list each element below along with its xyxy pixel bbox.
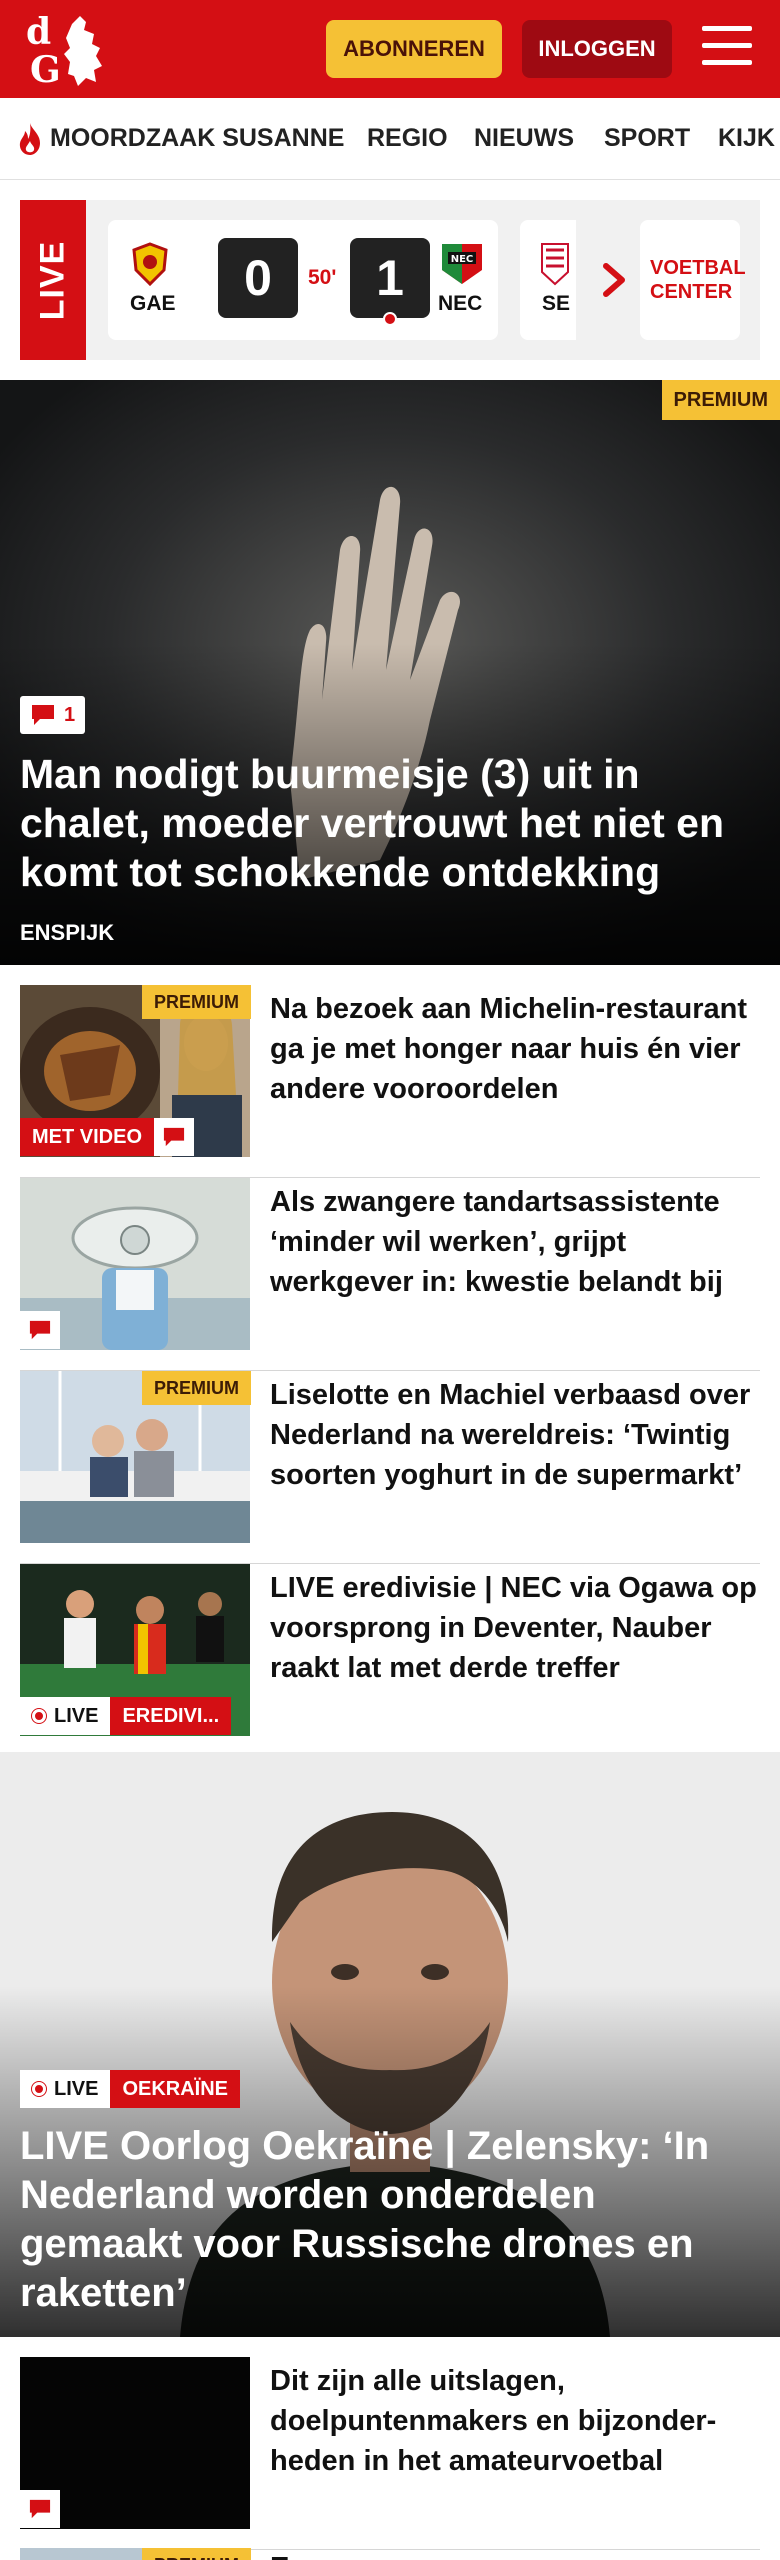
video-tag: MET VIDEO [20,1118,155,1156]
live-match-card[interactable]: GAE 0 50' 1 NEC NEC [108,220,498,340]
nav-item-sport[interactable]: SPORT [604,124,690,153]
comment-icon[interactable] [154,1118,195,1156]
category-tag[interactable]: EREDIVI... [110,1697,232,1735]
site-logo[interactable]: d G [22,8,114,91]
hero-location: ENSPIJK [20,920,115,945]
premium-badge: PREMIUM [661,380,780,420]
nav-item-kijk[interactable]: KIJK [718,124,775,153]
live-dot-icon [32,2082,46,2096]
article-tags [20,2490,60,2528]
go-ahead-eagles-logo-icon [132,242,168,286]
site-header: d G ABONNEREN INLOGGEN [0,0,780,98]
flame-icon [19,123,40,155]
away-score: 1 [350,238,430,318]
home-team-name: GAE [130,292,176,315]
article-item[interactable]: Dit zijn alle uitslagen, doelpuntenmaker… [20,2357,760,2550]
live-indicator: LIVE [20,2070,111,2108]
live-dot-icon [32,1709,46,1723]
featured-article[interactable]: LIVE OEKRAÏNE LIVE Oorlog Oekraïne | Zel… [0,1752,780,2337]
comment-count-badge[interactable]: 1 [20,696,86,734]
nav-item-nieuws[interactable]: NIEUWS [474,124,574,153]
voetbal-center-button[interactable]: VOETBAL CENTER [640,220,746,340]
svg-text:NEC: NEC [451,254,474,265]
chevron-right-icon[interactable] [594,258,634,302]
comment-icon[interactable] [20,2490,60,2528]
sevilla-logo-icon [541,243,569,286]
main-navigation: MOORDZAAK SUSANNE REGIO NIEUWS SPORT KIJ… [0,98,780,180]
hero-article[interactable]: PREMIUM 1 Man nodigt buurmeisje (3) uit … [0,380,780,965]
hero-title[interactable]: Man nodigt buurmeisje (3) uit in chalet,… [20,750,760,897]
hamburger-menu-icon[interactable] [702,26,752,70]
comment-icon[interactable] [20,1311,60,1349]
premium-badge: PREMIUM [142,2548,251,2560]
article-title[interactable]: LIVE eredivisie | NEC via Ogawa op voors… [270,1568,760,1692]
featured-title[interactable]: LIVE Oorlog Oekraïne | Zelensky: ‘In Ned… [20,2122,760,2318]
article-tags: LIVE EREDIVI... [20,1697,232,1735]
next-article-peek[interactable]: PREMIUM Er [20,2548,760,2560]
goal-dot [383,312,397,326]
premium-badge: PREMIUM [142,985,251,1019]
away-team-name: NEC [438,292,483,315]
article-item[interactable]: LIVE EREDIVI... LIVE eredivisie | NEC vi… [20,1564,760,1757]
live-indicator: LIVE [20,1697,111,1735]
article-title[interactable]: Na bezoek aan Michelin-restaurant ga je … [270,989,760,1113]
nec-logo-icon: NEC [442,244,482,284]
article-item[interactable]: PREMIUM Liselotte en Machiel verbaasd ov… [20,1371,760,1564]
subscribe-button[interactable]: ABONNEREN [326,20,502,78]
next-match-card[interactable]: SE [520,220,576,340]
next-match-team: SE [542,292,571,315]
article-tags: MET VIDEO [20,1118,195,1156]
category-tag[interactable]: OEKRAÏNE [110,2070,241,2108]
article-title[interactable]: Als zwangere tandartsassistente ‘minder … [270,1182,760,1306]
article-item[interactable]: Als zwangere tandartsassistente ‘minder … [20,1178,760,1371]
nav-item-regio[interactable]: REGIO [367,124,448,153]
article-title[interactable]: Dit zijn alle uitslagen, doelpuntenmaker… [270,2361,760,2485]
svg-text:G: G [30,49,61,90]
home-score: 0 [218,238,298,318]
article-title[interactable]: Er [270,2548,301,2560]
live-score-bar: LIVE GAE 0 50' 1 NEC NEC SE VOETBAL CENT… [20,200,760,360]
article-tags [20,1311,60,1349]
article-title[interactable]: Liselotte en Machiel verbaasd over Neder… [270,1375,760,1499]
match-minute: 50' [308,266,337,289]
comment-icon [32,705,54,725]
live-label: LIVE [20,200,86,360]
nav-item-moordzaak-susanne[interactable]: MOORDZAAK SUSANNE [50,124,344,153]
featured-tags: LIVE OEKRAÏNE [20,2070,241,2108]
login-button[interactable]: INLOGGEN [522,20,672,78]
svg-text:d: d [26,11,51,53]
article-item[interactable]: PREMIUM MET VIDEO Na bezoek aan Michelin… [20,985,760,1178]
premium-badge: PREMIUM [142,1371,251,1405]
